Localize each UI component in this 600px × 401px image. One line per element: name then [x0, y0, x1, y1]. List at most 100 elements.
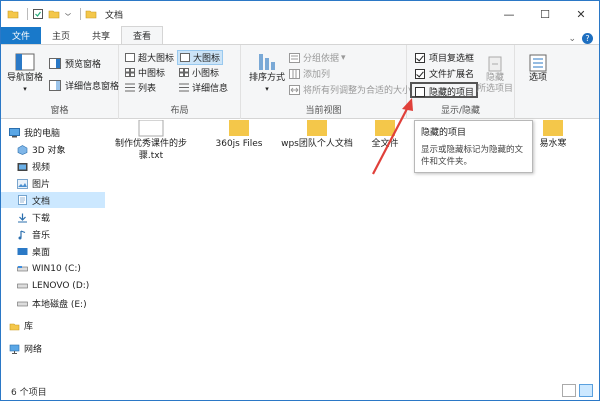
- status-bar: 6 个项目: [1, 381, 599, 401]
- options-icon: [529, 54, 547, 72]
- toolbar-divider: [80, 8, 81, 20]
- sidebar-item-desktop[interactable]: 桌面: [17, 245, 50, 258]
- file-item-folder[interactable]: 全文件: [355, 120, 415, 150]
- size-all-columns-label: 将所有列调整为合适的大小: [303, 86, 412, 96]
- chevron-down-icon[interactable]: [64, 8, 72, 20]
- folder-icon: [375, 120, 395, 136]
- layout-label: 小图标: [192, 69, 220, 79]
- download-icon: [18, 213, 27, 222]
- list-icon: [125, 83, 135, 92]
- tab-file[interactable]: 文件: [1, 27, 42, 44]
- file-item-wps[interactable]: wps团队个人文档: [277, 120, 357, 150]
- sidebar-item-pictures[interactable]: 图片: [17, 177, 50, 190]
- navigation-pane: 我的电脑 3D 对象 视频 图片 文档 下载 音乐 桌面 WIN10 (C:) …: [1, 120, 105, 380]
- file-name: wps团队个人文档: [281, 139, 353, 149]
- add-columns-button[interactable]: 添加列: [289, 67, 330, 80]
- help-icon[interactable]: ?: [582, 33, 593, 44]
- sidebar-item-label: 音乐: [32, 231, 51, 241]
- tab-view[interactable]: 查看: [121, 26, 164, 44]
- sidebar-item-drive-d[interactable]: LENOVO (D:): [17, 281, 89, 291]
- ribbon: 导航窗格 ▾ 预览窗格 详细信息窗格 窗格 超大图标 大图标 中图标 小图标 列…: [1, 44, 599, 119]
- layout-large-icons[interactable]: 大图标: [177, 50, 224, 65]
- music-icon: [18, 229, 26, 239]
- options-label: 选项: [528, 73, 547, 83]
- hidden-items-toggle[interactable]: 隐藏的项目: [415, 85, 474, 98]
- drive-icon: [17, 301, 28, 306]
- sidebar-item-music[interactable]: 音乐: [17, 228, 50, 241]
- drive-icon: [17, 266, 28, 272]
- tab-home[interactable]: 主页: [41, 27, 81, 44]
- text-file-icon: [138, 120, 164, 137]
- maximize-button[interactable]: ☐: [527, 1, 563, 27]
- group-by-icon: [289, 52, 300, 63]
- add-columns-icon: [289, 68, 300, 79]
- details-pane-button[interactable]: 详细信息窗格: [49, 79, 119, 92]
- file-extensions-label: 文件扩展名: [429, 70, 475, 80]
- options-button[interactable]: 选项: [521, 53, 555, 84]
- size-all-columns-button[interactable]: 将所有列调整为合适的大小: [289, 83, 411, 96]
- sidebar-item-label: 网络: [24, 345, 43, 355]
- minimize-button[interactable]: —: [491, 1, 527, 27]
- hide-selected-label: 隐藏: [485, 73, 504, 83]
- hide-selected-button[interactable]: 隐藏 所选项目: [477, 55, 513, 95]
- file-item-txt[interactable]: 制作优秀课件的步骤.txt: [111, 120, 191, 162]
- details-pane-icon: [49, 80, 61, 91]
- sidebar-item-this-pc[interactable]: 我的电脑: [9, 126, 60, 139]
- layout-details[interactable]: 详细信息: [179, 81, 228, 94]
- folder-icon: [7, 10, 19, 19]
- layout-group: 超大图标 大图标 中图标 小图标 列表 详细信息 布局: [119, 45, 241, 119]
- item-checkboxes-toggle[interactable]: 项目复选框: [415, 51, 474, 64]
- add-columns-label: 添加列: [303, 70, 331, 80]
- folder-icon: [543, 120, 563, 136]
- nav-pane-icon: [15, 53, 35, 71]
- show-hide-group-label: 显示/隐藏: [440, 106, 481, 116]
- folder-icon: [229, 120, 249, 136]
- item-checkboxes-checkbox[interactable]: [415, 52, 425, 63]
- 3d-objects-icon: [17, 144, 28, 155]
- window-title: 文档: [105, 10, 124, 21]
- panes-group: 导航窗格 ▾ 预览窗格 详细信息窗格 窗格: [1, 45, 119, 119]
- file-name: 全文件: [371, 139, 399, 149]
- sidebar-item-drive-c[interactable]: WIN10 (C:): [17, 264, 81, 274]
- hidden-items-label: 隐藏的项目: [429, 88, 475, 98]
- ribbon-tabs: 文件 主页 共享 查看 ⌄ ?: [1, 26, 599, 44]
- file-extensions-toggle[interactable]: 文件扩展名: [415, 67, 474, 80]
- layout-extra-large-icons[interactable]: 超大图标: [125, 51, 174, 64]
- sidebar-item-3d-objects[interactable]: 3D 对象: [17, 143, 66, 156]
- new-folder-icon[interactable]: [48, 8, 60, 20]
- layout-label: 详细信息: [192, 84, 229, 94]
- tab-share[interactable]: 共享: [81, 27, 121, 44]
- video-icon: [17, 162, 28, 171]
- group-by-button[interactable]: 分组依据 ▾: [289, 51, 346, 64]
- file-name: 360js Files: [215, 139, 263, 149]
- sidebar-item-downloads[interactable]: 下载: [17, 211, 50, 224]
- sidebar-item-label: 图片: [32, 180, 51, 190]
- file-item-360js[interactable]: 360js Files: [199, 120, 279, 150]
- layout-list[interactable]: 列表: [125, 81, 156, 94]
- hidden-items-checkbox[interactable]: [415, 86, 425, 97]
- current-view-group: 排序方式 ▾ 分组依据 ▾ 添加列 将所有列调整为合适的大小 当前视图: [241, 45, 411, 119]
- sidebar-item-drive-e[interactable]: 本地磁盘 (E:): [17, 297, 87, 310]
- sidebar-item-videos[interactable]: 视频: [17, 160, 50, 173]
- chevron-down-icon[interactable]: ⌄: [568, 34, 576, 44]
- file-extensions-checkbox[interactable]: [415, 68, 425, 79]
- layout-small-icons[interactable]: 小图标: [179, 66, 219, 79]
- nav-pane-button[interactable]: 导航窗格 ▾: [5, 51, 45, 95]
- layout-label: 超大图标: [138, 54, 175, 64]
- close-button[interactable]: ✕: [563, 1, 599, 27]
- hidden-items-tooltip: 隐藏的项目 显示或隐藏标记为隐藏的文件和文件夹。: [414, 120, 533, 173]
- title-bar: 文档 — ☐ ✕: [1, 1, 599, 27]
- preview-pane-button[interactable]: 预览窗格: [49, 57, 101, 70]
- sidebar-item-documents[interactable]: 文档: [1, 192, 105, 208]
- layout-medium-icons[interactable]: 中图标: [125, 66, 165, 79]
- pictures-icon: [17, 178, 28, 189]
- sidebar-item-libraries[interactable]: 库: [9, 319, 33, 332]
- sidebar-item-label: 我的电脑: [24, 129, 61, 139]
- sidebar-item-label: LENOVO (D:): [32, 281, 90, 291]
- chevron-down-icon: ▾: [341, 52, 346, 63]
- large-icons-view-button[interactable]: [579, 384, 593, 397]
- sort-by-button[interactable]: 排序方式 ▾: [247, 51, 287, 95]
- details-view-button[interactable]: [562, 384, 576, 397]
- sidebar-item-network[interactable]: 网络: [9, 342, 42, 355]
- properties-check-icon[interactable]: [32, 8, 44, 20]
